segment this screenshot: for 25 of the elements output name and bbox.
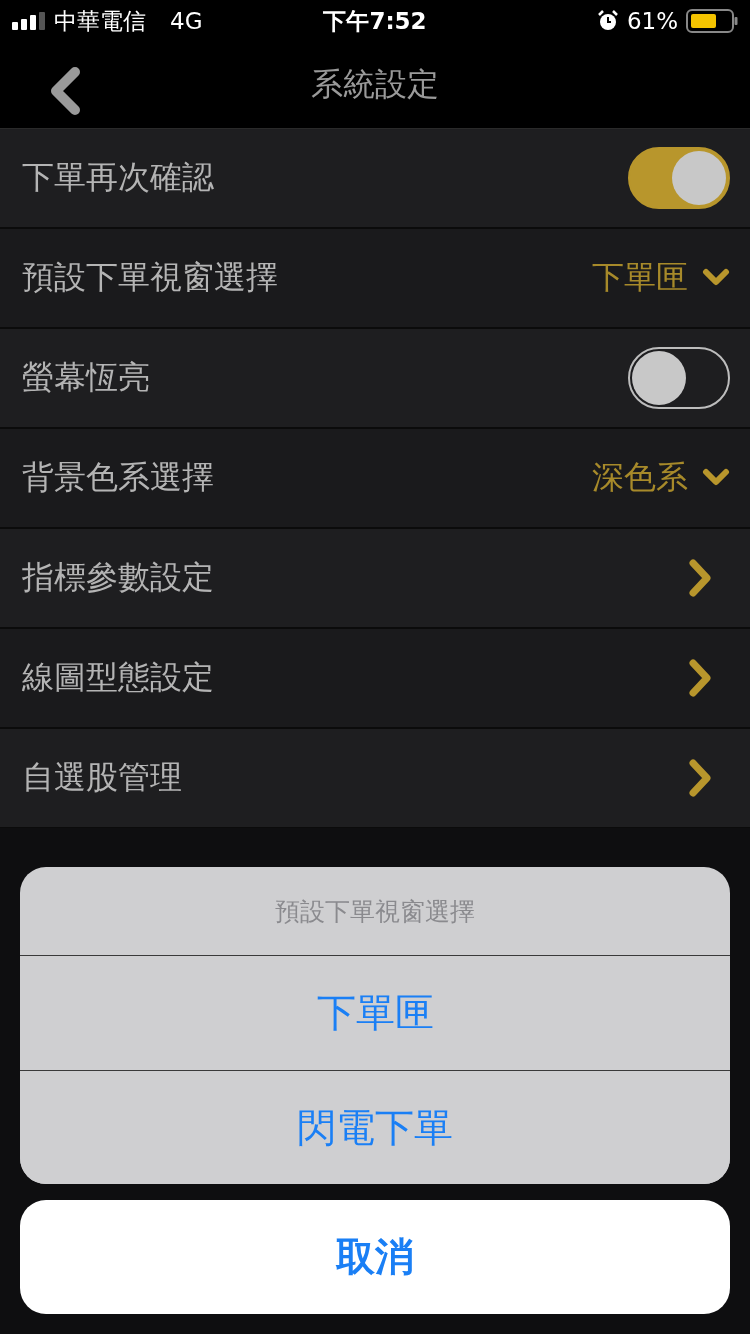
setting-label: 預設下單視窗選擇 [22, 257, 279, 298]
carrier-name: 中華電信 [54, 6, 146, 36]
setting-label: 線圖型態設定 [22, 657, 215, 698]
battery-percent: 61% [626, 8, 678, 34]
toggle-switch[interactable] [628, 347, 730, 409]
network-type: 4G [170, 8, 203, 34]
select-value[interactable]: 深色系 [592, 456, 688, 500]
battery-icon [686, 9, 738, 33]
setting-label: 背景色系選擇 [22, 457, 215, 498]
page-title: 系統設定 [311, 64, 439, 105]
select-value[interactable]: 下單匣 [592, 256, 688, 300]
signal-icon [12, 12, 46, 30]
alarm-icon [596, 10, 619, 32]
chevron-right-icon [688, 559, 714, 597]
chevron-right-icon [688, 659, 714, 697]
chevron-right-icon [688, 759, 714, 797]
setting-label: 螢幕恆亮 [22, 357, 151, 398]
sheet-option[interactable]: 閃電下單 [20, 1070, 730, 1184]
clock-time: 下午7:52 [323, 6, 427, 36]
cancel-button[interactable]: 取消 [20, 1200, 730, 1314]
chevron-down-icon [702, 468, 730, 488]
setting-label: 下單再次確認 [22, 157, 215, 198]
setting-label: 自選股管理 [22, 757, 183, 798]
chevron-down-icon [702, 268, 730, 288]
setting-label: 指標參數設定 [22, 557, 215, 598]
